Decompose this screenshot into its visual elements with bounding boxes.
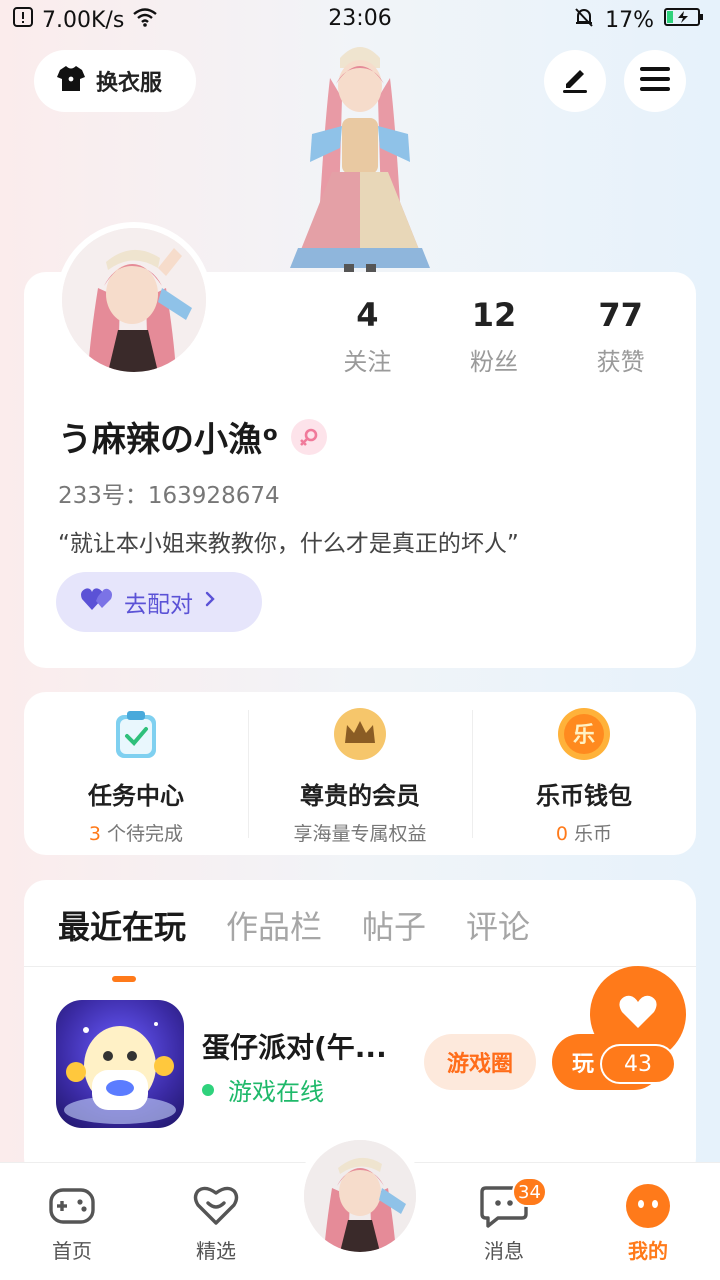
status-bar: 7.00K/s 23:06 17%: [0, 0, 720, 40]
edit-button[interactable]: [544, 50, 606, 112]
fans-label: 粉丝: [470, 348, 518, 376]
match-label: 去配对: [124, 592, 193, 618]
double-heart-icon: [80, 586, 114, 618]
heart-icon: [618, 994, 658, 1034]
nav-featured[interactable]: 精选: [166, 1183, 266, 1264]
pen-icon: [558, 62, 592, 100]
game-status-label: 游戏在线: [228, 1078, 324, 1106]
game-circle-button[interactable]: 游戏圈: [424, 1034, 536, 1090]
game-title: 蛋仔派对(午...: [202, 1031, 387, 1064]
list-item[interactable]: 蛋仔派对(午... 游戏在线 游戏圈 玩: [56, 1000, 676, 1128]
dress-up-button[interactable]: 换衣服: [34, 50, 196, 112]
tab-recent-played[interactable]: 最近在玩: [58, 902, 186, 982]
following-count: 4: [356, 296, 379, 334]
likes-stat[interactable]: 77 获赞: [557, 296, 684, 377]
nav-home[interactable]: 首页: [22, 1183, 122, 1264]
battery-percent: 17%: [605, 7, 654, 33]
game-status: 游戏在线: [202, 1072, 324, 1107]
menu-icon: [639, 65, 671, 97]
tab-comments[interactable]: 评论: [466, 902, 530, 948]
wallet-subtitle: 0 乐币: [555, 823, 613, 845]
nav-me[interactable]: 我的: [598, 1183, 698, 1264]
fans-count: 12: [471, 296, 517, 334]
likes-label: 获赞: [596, 348, 645, 376]
crown-icon: [248, 706, 472, 762]
messages-badge: 34: [512, 1177, 547, 1207]
vip-subtitle: 享海量专属权益: [293, 823, 427, 845]
battery-icon: [664, 7, 704, 33]
nav-messages-label: 消息: [484, 1239, 524, 1263]
nav-home-label: 首页: [52, 1239, 92, 1263]
stats-row: 4 关注 12 粉丝 77 获赞: [304, 296, 684, 377]
tab-posts[interactable]: 帖子: [362, 902, 426, 948]
following-label: 关注: [343, 348, 392, 376]
like-count: 43: [600, 1044, 676, 1084]
nav-messages[interactable]: 34 消息: [454, 1177, 554, 1264]
nav-me-label: 我的: [628, 1239, 668, 1263]
name-row: う麻辣の小漁ᵒ: [58, 412, 327, 461]
chat-icon: 34: [454, 1177, 554, 1229]
bio-text: “就让本小姐来教教你，什么才是真正的坏人”: [58, 531, 519, 557]
vip-title: 尊贵的会员: [300, 782, 420, 810]
username: う麻辣の小漁ᵒ: [58, 420, 279, 460]
avatar-character-figure[interactable]: [280, 38, 440, 274]
chevron-right-icon: [203, 589, 217, 615]
vip-membership[interactable]: 尊贵的会员 享海量专属权益: [248, 692, 472, 855]
user-id: 233号：163928674: [58, 483, 280, 509]
task-center[interactable]: 任务中心 3 个待完成: [24, 692, 248, 855]
clipboard-check-icon: [24, 706, 248, 762]
nav-featured-label: 精选: [196, 1239, 236, 1263]
dress-up-label: 换衣服: [96, 71, 163, 96]
heart-outline-icon: [166, 1183, 266, 1229]
fans-stat[interactable]: 12 粉丝: [431, 296, 558, 377]
menu-button[interactable]: [624, 50, 686, 112]
svg-text:乐: 乐: [573, 723, 595, 748]
features-card: 任务中心 3 个待完成 尊贵的会员 享海量专属权益 乐 乐币钱包 0 乐币: [24, 692, 696, 855]
task-center-subtitle: 3 个待完成: [88, 823, 184, 845]
match-button[interactable]: 去配对: [56, 572, 262, 632]
divider: [24, 966, 696, 967]
online-dot: [202, 1083, 214, 1096]
avatar[interactable]: [56, 222, 212, 378]
coin-wallet[interactable]: 乐 乐币钱包 0 乐币: [472, 692, 696, 855]
game-icon[interactable]: [56, 1000, 184, 1128]
female-icon: [290, 418, 327, 455]
likes-count: 77: [598, 296, 643, 334]
tab-bar: 最近在玩 作品栏 帖子 评论: [58, 902, 530, 982]
coin-icon: 乐: [472, 706, 696, 762]
shirt-icon: [56, 63, 86, 99]
following-stat[interactable]: 4 关注: [304, 296, 431, 377]
mute-bell-icon: [573, 6, 595, 34]
gamepad-icon: [22, 1183, 122, 1229]
wallet-title: 乐币钱包: [536, 782, 632, 810]
tab-works[interactable]: 作品栏: [226, 902, 322, 948]
task-center-title: 任务中心: [88, 782, 184, 810]
me-face-icon: [598, 1183, 698, 1229]
nav-center-avatar[interactable]: [296, 1132, 424, 1260]
